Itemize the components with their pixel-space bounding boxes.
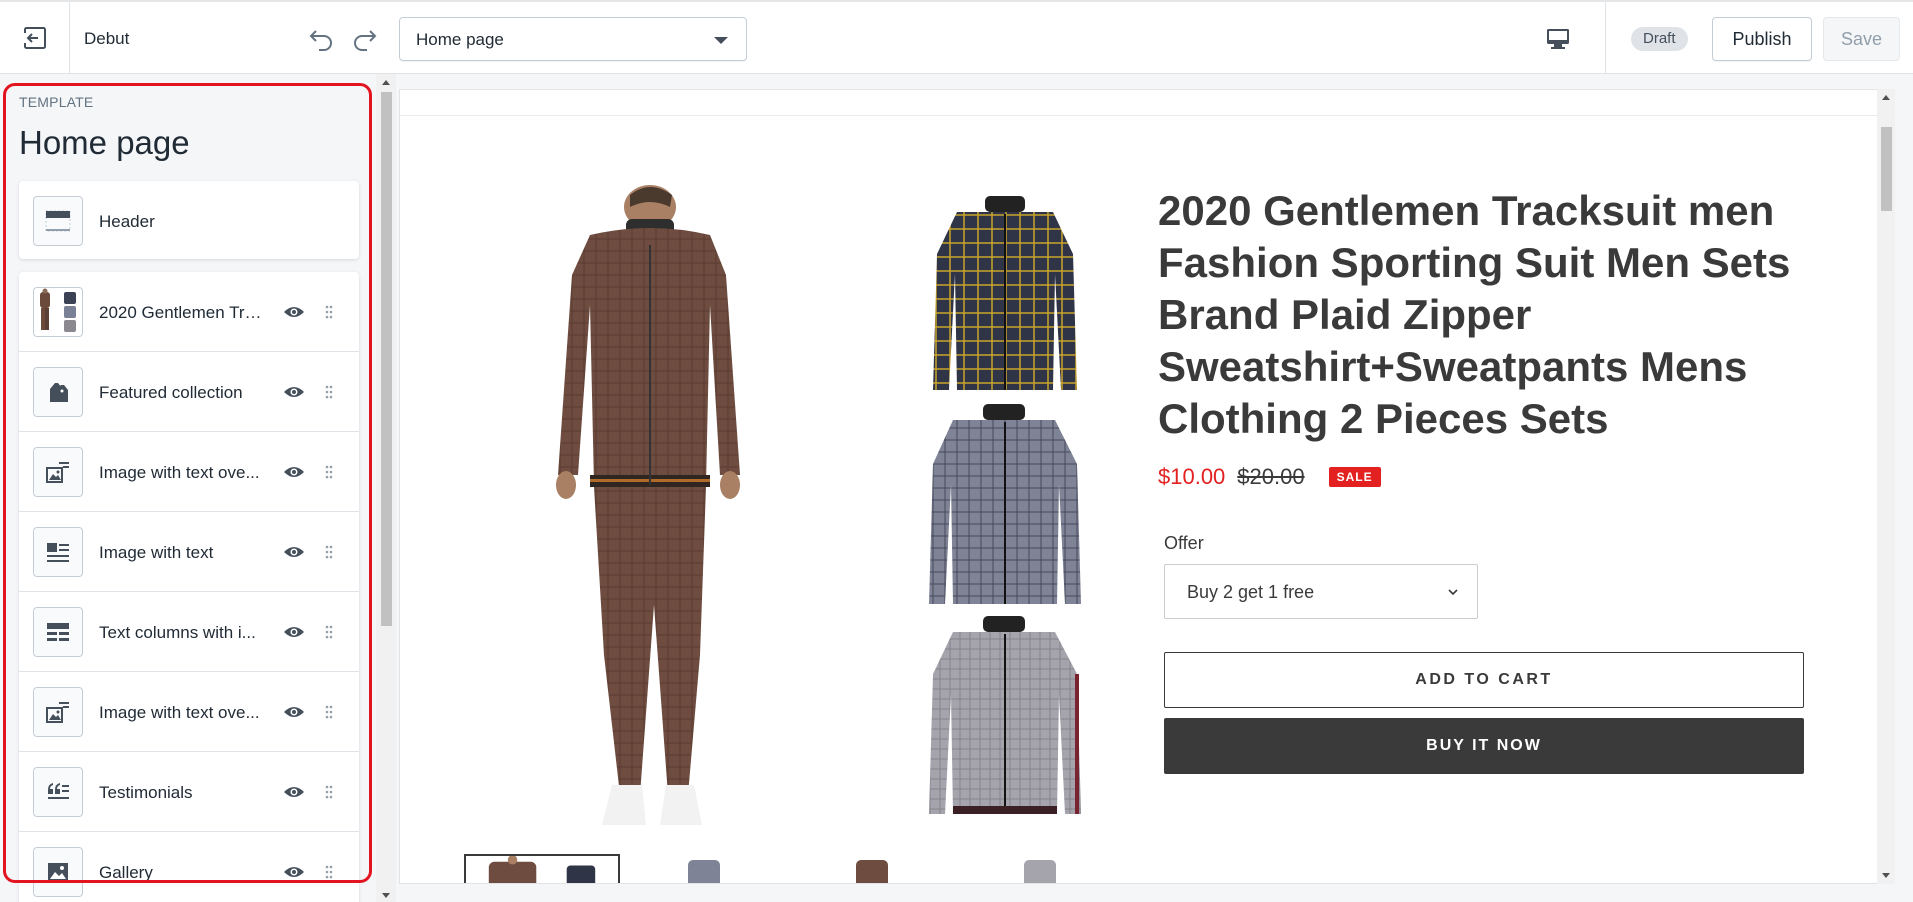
header-section-label: Header — [99, 212, 155, 231]
product-thumbnail[interactable] — [684, 854, 724, 884]
sidebar-scrollbar[interactable] — [376, 74, 396, 902]
section-item-image-with-text-overlay[interactable]: Image with text ove... — [19, 432, 359, 512]
topbar-divider — [1605, 2, 1606, 74]
sale-badge: SALE — [1328, 467, 1381, 487]
eye-icon[interactable] — [282, 462, 306, 482]
section-label: Text columns with i... — [99, 623, 256, 642]
eye-icon[interactable] — [282, 382, 306, 402]
columns-icon — [33, 607, 83, 657]
section-item-product[interactable]: 2020 Gentlemen Tra... — [19, 272, 359, 352]
template-label: TEMPLATE — [19, 94, 94, 110]
template-title: Home page — [19, 124, 190, 161]
section-label: Image with text ove... — [99, 703, 260, 722]
product-main-image[interactable] — [530, 185, 760, 835]
section-item-text-columns[interactable]: Text columns with i... — [19, 592, 359, 672]
drag-handle-icon[interactable] — [323, 622, 335, 642]
page-selector-value: Home page — [416, 30, 504, 49]
image-icon — [33, 847, 83, 897]
drag-handle-icon[interactable] — [323, 302, 335, 322]
product-thumbnail[interactable] — [1020, 854, 1060, 884]
product-thumbnail — [33, 287, 83, 337]
offer-label: Offer — [1164, 533, 1204, 553]
theme-name: Debut — [84, 29, 130, 48]
scroll-up-icon[interactable] — [1882, 95, 1890, 100]
product-variant-images[interactable] — [915, 194, 1095, 834]
undo-button[interactable] — [306, 24, 336, 54]
publish-button[interactable]: Publish — [1712, 17, 1812, 61]
drag-handle-icon[interactable] — [323, 542, 335, 562]
sale-price: $10.00 — [1158, 464, 1226, 489]
preview-scrollbar[interactable] — [1877, 89, 1895, 884]
section-label: Testimonials — [99, 783, 193, 802]
eye-icon[interactable] — [282, 622, 306, 642]
eye-icon[interactable] — [282, 302, 306, 322]
desktop-icon — [1547, 29, 1569, 49]
chevron-down-icon — [1448, 589, 1458, 596]
drag-handle-icon[interactable] — [323, 782, 335, 802]
product-thumbnails — [464, 854, 1064, 884]
offer-select-value: Buy 2 get 1 free — [1187, 582, 1315, 602]
scrollbar-thumb[interactable] — [1881, 127, 1892, 211]
eye-icon[interactable] — [282, 782, 306, 802]
exit-icon — [23, 27, 46, 49]
section-item-testimonials[interactable]: Testimonials — [19, 752, 359, 832]
scroll-down-icon[interactable] — [382, 893, 390, 898]
price-row: $10.00 $20.00 SALE — [1158, 462, 1381, 492]
image-text-icon — [33, 687, 83, 737]
section-item-gallery[interactable]: Gallery — [19, 832, 359, 902]
exit-editor-button[interactable] — [0, 2, 70, 74]
section-label: Image with text — [99, 543, 214, 562]
redo-button[interactable] — [350, 24, 380, 54]
section-label: Featured collection — [99, 383, 243, 402]
eye-icon[interactable] — [282, 862, 306, 882]
header-section-row[interactable]: Header — [19, 181, 359, 259]
section-label: 2020 Gentlemen Tra... — [99, 303, 267, 322]
redo-icon — [354, 30, 377, 51]
section-item-image-with-text-overlay-2[interactable]: Image with text ove... — [19, 672, 359, 752]
image-text-icon — [33, 447, 83, 497]
scroll-down-icon[interactable] — [1882, 873, 1890, 878]
section-label: Gallery — [99, 863, 153, 882]
save-button[interactable]: Save — [1823, 17, 1900, 61]
section-label: Image with text ove... — [99, 463, 260, 482]
drag-handle-icon[interactable] — [323, 862, 335, 882]
original-price: $20.00 — [1237, 464, 1305, 489]
desktop-view-button[interactable] — [1540, 24, 1576, 54]
drag-handle-icon[interactable] — [323, 382, 335, 402]
editor-topbar: Debut Home page Draft Publish Save — [0, 0, 1913, 74]
product-thumbnail-active[interactable] — [464, 854, 620, 884]
undo-icon — [309, 30, 332, 51]
section-item-image-with-text[interactable]: Image with text — [19, 512, 359, 592]
storefront-preview: 2020 Gentlemen Tracksuit men Fashion Spo… — [399, 89, 1879, 884]
scroll-up-icon[interactable] — [382, 80, 390, 85]
product-title: 2020 Gentlemen Tracksuit men Fashion Spo… — [1158, 187, 1791, 442]
drag-handle-icon[interactable] — [323, 702, 335, 722]
offer-select[interactable]: Buy 2 get 1 free — [1164, 564, 1478, 619]
image-text-lines-icon — [33, 527, 83, 577]
caret-down-icon — [714, 37, 728, 44]
sections-list: 2020 Gentlemen Tra... Featured collectio… — [19, 272, 359, 902]
section-item-featured-collection[interactable]: Featured collection — [19, 352, 359, 432]
header-section-card[interactable]: Header — [19, 181, 359, 259]
eye-icon[interactable] — [282, 702, 306, 722]
drag-handle-icon[interactable] — [323, 462, 335, 482]
header-layout-icon — [33, 196, 83, 246]
product-thumbnail[interactable] — [852, 854, 892, 884]
eye-icon[interactable] — [282, 542, 306, 562]
preview-divider — [400, 115, 1878, 116]
quote-icon — [33, 767, 83, 817]
page-selector[interactable]: Home page — [399, 17, 747, 61]
sections-sidebar: TEMPLATE Home page Header 2020 Gentlemen… — [0, 74, 375, 902]
add-to-cart-button[interactable]: ADD TO CART — [1164, 652, 1804, 708]
tag-icon — [33, 367, 83, 417]
draft-status-badge: Draft — [1631, 27, 1688, 51]
scrollbar-thumb[interactable] — [381, 92, 392, 626]
buy-it-now-button[interactable]: BUY IT NOW — [1164, 718, 1804, 774]
